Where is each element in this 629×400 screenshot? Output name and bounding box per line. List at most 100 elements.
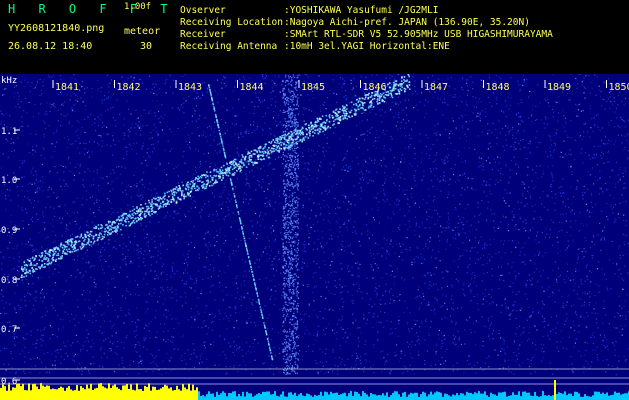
noise-speck [253, 113, 255, 115]
noise-speck [264, 82, 266, 84]
noise-speck [394, 101, 396, 103]
noise-speck [541, 301, 543, 303]
noise-speck [87, 307, 90, 309]
noise-speck [46, 311, 48, 313]
noise-speck [396, 268, 398, 270]
noise-speck [303, 314, 305, 316]
noise-speck [292, 76, 294, 78]
noise-speck [614, 126, 616, 128]
noise-speck [619, 257, 621, 259]
noise-speck [398, 116, 400, 118]
noise-speck [134, 127, 136, 129]
noise-speck [33, 297, 35, 299]
noise-speck [69, 235, 71, 237]
noise-speck [336, 93, 338, 95]
noise-speck [353, 284, 355, 286]
noise-speck [500, 179, 502, 182]
noise-speck [42, 81, 44, 83]
noise-speck [623, 149, 625, 151]
noise-speck [217, 93, 219, 95]
noise-speck [601, 210, 603, 212]
noise-speck [58, 271, 60, 273]
noise-speck [449, 244, 451, 246]
noise-speck [4, 195, 7, 197]
noise-speck [457, 176, 459, 178]
noise-speck [326, 142, 328, 144]
noise-speck [521, 341, 523, 343]
noise-speck [251, 170, 253, 172]
noise-speck [345, 157, 347, 159]
noise-speck [336, 286, 338, 289]
noise-speck [369, 171, 371, 173]
noise-speck [133, 330, 135, 332]
noise-speck [556, 279, 558, 281]
noise-speck [221, 127, 223, 129]
noise-speck [389, 74, 391, 76]
noise-speck [367, 230, 369, 232]
noise-speck [608, 139, 610, 141]
noise-speck [262, 74, 264, 76]
noise-speck [619, 268, 621, 270]
noise-speck [554, 193, 557, 195]
noise-speck [45, 372, 47, 374]
noise-speck [519, 251, 521, 253]
noise-speck [414, 323, 416, 325]
noise-speck [130, 262, 132, 264]
noise-speck [9, 303, 11, 305]
noise-speck [498, 76, 500, 78]
noise-speck [578, 297, 580, 300]
noise-speck [626, 234, 628, 236]
noise-speck [88, 370, 90, 372]
noise-speck [190, 316, 193, 318]
noise-speck [301, 250, 303, 252]
noise-speck [575, 77, 577, 80]
noise-speck [156, 331, 158, 333]
noise-speck [230, 244, 232, 246]
noise-speck [243, 107, 245, 109]
noise-speck [348, 102, 350, 104]
noise-speck [189, 275, 191, 277]
noise-speck [551, 244, 554, 246]
noise-speck [538, 312, 540, 314]
noise-speck [87, 340, 89, 342]
noise-speck [67, 136, 69, 138]
noise-speck [547, 324, 549, 326]
noise-speck [109, 341, 111, 343]
noise-speck [160, 115, 162, 117]
noise-speck [576, 115, 578, 117]
noise-speck [467, 203, 469, 206]
noise-speck [337, 370, 339, 372]
noise-speck [122, 243, 125, 245]
noise-speck [70, 95, 72, 97]
noise-speck [439, 240, 441, 242]
noise-speck [281, 123, 283, 125]
noise-speck [301, 267, 303, 269]
noise-speck [99, 118, 101, 120]
noise-speck [505, 302, 507, 304]
noise-speck [624, 324, 626, 327]
noise-speck [155, 289, 157, 291]
noise-speck [34, 365, 36, 367]
noise-speck [594, 124, 596, 126]
noise-speck [15, 106, 17, 108]
noise-speck [390, 274, 392, 276]
noise-speck [459, 137, 461, 139]
noise-speck [312, 343, 315, 346]
noise-speck [24, 259, 26, 262]
noise-speck [400, 158, 403, 160]
noise-speck [498, 120, 500, 122]
noise-speck [486, 272, 488, 274]
noise-speck [245, 131, 247, 133]
noise-speck [367, 182, 369, 184]
noise-speck [128, 143, 130, 145]
noise-speck [330, 367, 332, 369]
noise-speck [65, 230, 67, 232]
noise-speck [457, 280, 459, 282]
noise-speck [303, 109, 305, 111]
noise-speck [307, 76, 309, 78]
noise-speck [457, 222, 459, 224]
noise-speck [515, 148, 517, 150]
noise-speck [542, 269, 544, 271]
noise-speck [355, 352, 357, 355]
noise-speck [194, 320, 196, 322]
